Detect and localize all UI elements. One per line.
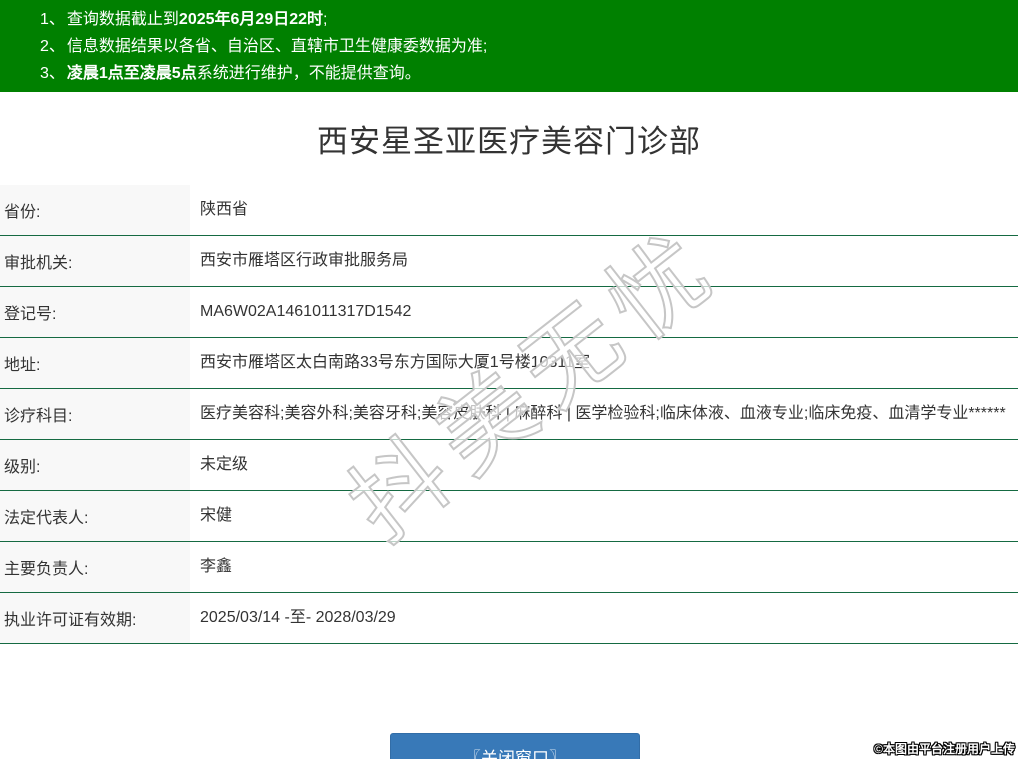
notice-line-1: 1、 查询数据截止到2025年6月29日22时; (40, 6, 1008, 33)
field-label: 执业许可证有效期: (0, 592, 190, 644)
field-value: 宋健 (190, 490, 1018, 542)
field-value: 西安市雁塔区太白南路33号东方国际大厦1号楼10311室 (190, 337, 1018, 389)
field-value: 未定级 (190, 439, 1018, 491)
table-row-level: 级别: 未定级 (0, 439, 1018, 491)
notice-text: 系统进行维护，不能提供查询。 (196, 65, 421, 82)
field-value: 西安市雁塔区行政审批服务局 (190, 235, 1018, 287)
notice-text-bold: 2025年6月29日22时 (178, 11, 324, 28)
notice-number: 3、 (40, 65, 65, 82)
notice-text-bold: 凌晨1点至凌晨5点 (66, 65, 197, 82)
field-value: 医疗美容科;美容外科;美容牙科;美容皮肤科 | 麻醉科 | 医学检验科;临床体液… (190, 388, 1018, 440)
field-label: 主要负责人: (0, 541, 190, 593)
table-row-legal-representative: 法定代表人: 宋健 (0, 490, 1018, 542)
field-label: 省份: (0, 185, 190, 236)
copyright-notice: ©本图由平台注册用户上传 (874, 742, 1015, 756)
notice-number: 2、 (40, 38, 65, 55)
field-value: 2025/03/14 -至- 2028/03/29 (190, 592, 1018, 644)
notice-line-3: 3、 凌晨1点至凌晨5点系统进行维护，不能提供查询。 (40, 60, 1008, 87)
notice-banner: 1、 查询数据截止到2025年6月29日22时; 2、 信息数据结果以各省、自治区、… (0, 0, 1018, 92)
table-row-registration-number: 登记号: MA6W02A1461011317D1542 (0, 286, 1018, 338)
table-row-province: 省份: 陕西省 (0, 185, 1018, 236)
field-value: MA6W02A1461011317D1542 (190, 286, 1018, 338)
field-label: 地址: (0, 337, 190, 389)
table-row-approval-authority: 审批机关: 西安市雁塔区行政审批服务局 (0, 235, 1018, 287)
title-area: 西安星圣亚医疗美容门诊部 (0, 92, 1018, 185)
notice-text: 信息数据结果以各省、自治区、直辖市卫生健康委数据为准; (66, 38, 488, 55)
field-label: 诊疗科目: (0, 388, 190, 440)
table-row-principal: 主要负责人: 李鑫 (0, 541, 1018, 593)
notice-text: ; (323, 11, 328, 28)
notice-number: 1、 (40, 11, 65, 28)
close-window-button[interactable]: 〖关闭窗口〗 (390, 733, 640, 759)
table-row-departments: 诊疗科目: 医疗美容科;美容外科;美容牙科;美容皮肤科 | 麻醉科 | 医学检验… (0, 388, 1018, 440)
field-value: 陕西省 (190, 185, 1018, 236)
field-label: 级别: (0, 439, 190, 491)
notice-text: 查询数据截止到 (66, 11, 179, 28)
notice-line-2: 2、 信息数据结果以各省、自治区、直辖市卫生健康委数据为准; (40, 33, 1008, 60)
institution-info-table: 省份: 陕西省 审批机关: 西安市雁塔区行政审批服务局 登记号: MA6W02A… (0, 185, 1018, 644)
field-label: 法定代表人: (0, 490, 190, 542)
page-title: 西安星圣亚医疗美容门诊部 (317, 124, 701, 159)
table-row-address: 地址: 西安市雁塔区太白南路33号东方国际大厦1号楼10311室 (0, 337, 1018, 389)
field-label: 登记号: (0, 286, 190, 338)
table-row-license-validity: 执业许可证有效期: 2025/03/14 -至- 2028/03/29 (0, 592, 1018, 644)
field-label: 审批机关: (0, 235, 190, 287)
field-value: 李鑫 (190, 541, 1018, 593)
